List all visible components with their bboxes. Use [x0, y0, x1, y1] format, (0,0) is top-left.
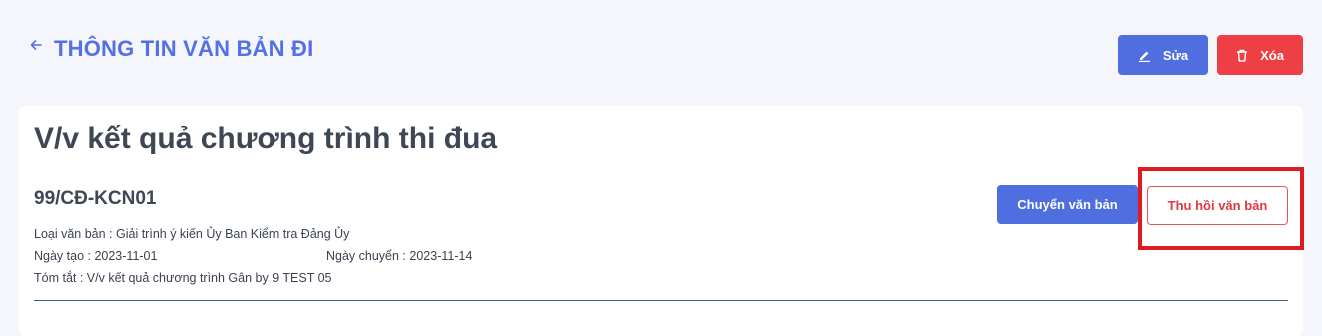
delete-button-label: Xóa [1260, 47, 1284, 63]
document-title: V/v kết quả chương trình thi đua [34, 122, 498, 155]
revoke-document-button[interactable]: Thu hồi văn bản [1147, 186, 1288, 225]
back-link[interactable]: THÔNG TIN VĂN BẢN ĐI [28, 36, 313, 62]
pencil-icon [1138, 49, 1151, 62]
delete-button[interactable]: Xóa [1217, 35, 1303, 75]
page-header: THÔNG TIN VĂN BẢN ĐI Sửa Xóa [0, 0, 1322, 100]
divider [34, 300, 1288, 301]
edit-button[interactable]: Sửa [1118, 35, 1208, 75]
document-summary: Tóm tắt : V/v kết quả chương trình Gân b… [34, 271, 332, 285]
page-title: THÔNG TIN VĂN BẢN ĐI [54, 36, 314, 61]
sent-date: Ngày chuyển : 2023-11-14 [326, 249, 473, 263]
arrow-left-icon[interactable] [28, 37, 44, 53]
transfer-document-button[interactable]: Chuyển văn bản [997, 185, 1138, 224]
document-number: 99/CĐ-KCN01 [34, 188, 157, 209]
document-type: Loại văn bản : Giải trình ý kiến Ủy Ban … [34, 227, 350, 241]
trash-icon [1236, 49, 1248, 62]
document-card: V/v kết quả chương trình thi đua 99/CĐ-K… [19, 106, 1303, 336]
created-date: Ngày tạo : 2023-11-01 [34, 249, 158, 263]
edit-button-label: Sửa [1162, 47, 1189, 63]
